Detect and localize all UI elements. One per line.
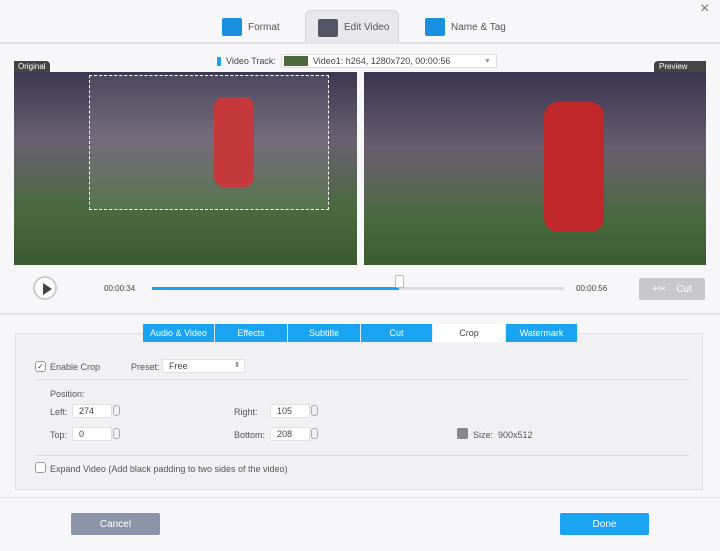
expand-video-label: Expand Video (Add black padding to two s… — [50, 464, 288, 474]
left-stepper[interactable] — [113, 405, 120, 416]
seek-handle[interactable] — [395, 275, 405, 288]
video-track-value: Video1: h264, 1280x720, 00:00:56 — [312, 56, 451, 66]
video-thumbnail — [283, 56, 308, 66]
bottom-input[interactable]: 208 — [270, 427, 310, 441]
video-track-select[interactable]: Video1: h264, 1280x720, 00:00:56 ▼ — [280, 54, 497, 68]
name-tag-icon — [425, 18, 445, 36]
done-button[interactable]: Done — [560, 513, 649, 535]
edit-tab-cut[interactable]: Cut — [361, 324, 433, 342]
tab-name-tag[interactable]: Name & Tag — [425, 10, 515, 44]
close-button[interactable]: × — [700, 0, 709, 18]
edit-tab-crop[interactable]: Crop — [433, 324, 506, 342]
video-track-icon — [217, 56, 221, 66]
player-figure — [544, 102, 604, 232]
right-input[interactable]: 105 — [270, 404, 310, 418]
left-label: Left: — [50, 407, 68, 417]
video-track-row: Video Track: Video1: h264, 1280x720, 00:… — [217, 54, 497, 68]
preview-badge: Preview — [654, 61, 706, 72]
tab-label: Name & Tag — [451, 21, 506, 33]
seek-bar[interactable] — [152, 275, 564, 290]
preset-label: Preset: — [131, 362, 160, 372]
right-label: Right: — [234, 407, 258, 417]
size-value: 900x512 — [498, 430, 533, 440]
play-button[interactable] — [33, 276, 57, 300]
tab-edit-video[interactable]: Edit Video — [305, 10, 399, 44]
seek-progress — [152, 287, 400, 290]
crop-rectangle[interactable] — [89, 75, 329, 210]
divider — [0, 42, 720, 44]
play-icon — [43, 283, 52, 295]
chevron-updown-icon: ⇕ — [234, 362, 240, 369]
edit-tab-effects[interactable]: Effects — [215, 324, 288, 342]
divider — [0, 497, 720, 498]
total-time: 00:00:56 — [576, 284, 608, 293]
scissors-icon: +✂ — [652, 283, 667, 295]
left-input[interactable]: 274 — [72, 404, 112, 418]
edit-tab-subtitle[interactable]: Subtitle — [288, 324, 361, 342]
position-label: Position: — [50, 389, 85, 399]
cut-button[interactable]: +✂ Cut — [639, 278, 705, 300]
divider — [0, 313, 720, 315]
top-input[interactable]: 0 — [72, 427, 112, 441]
divider — [35, 379, 689, 380]
current-time: 00:00:34 — [104, 284, 136, 293]
edit-tab-audio-video[interactable]: Audio & Video — [143, 324, 215, 342]
bottom-stepper[interactable] — [311, 428, 318, 439]
original-video[interactable] — [14, 72, 357, 265]
top-label: Top: — [50, 430, 68, 440]
tab-label: Edit Video — [344, 22, 390, 33]
expand-video-checkbox[interactable] — [35, 462, 46, 473]
tab-format[interactable]: Format — [222, 10, 302, 44]
edit-video-icon — [318, 18, 338, 37]
format-icon — [222, 18, 242, 36]
right-stepper[interactable] — [311, 405, 318, 416]
divider — [35, 455, 689, 456]
original-badge: Original — [14, 61, 50, 72]
video-track-label: Video Track: — [226, 56, 276, 66]
preset-select[interactable]: Free ⇕ — [162, 359, 245, 373]
cancel-button[interactable]: Cancel — [71, 513, 160, 535]
size-label: Size: — [473, 430, 494, 440]
bottom-label: Bottom: — [234, 430, 266, 440]
top-stepper[interactable] — [113, 428, 120, 439]
enable-crop-checkbox[interactable]: ✓ — [35, 361, 46, 372]
preview-video — [364, 72, 706, 265]
enable-crop-label: Enable Crop — [50, 362, 101, 372]
preset-value: Free — [169, 361, 188, 371]
edit-tab-watermark[interactable]: Watermark — [506, 324, 578, 342]
chevron-down-icon: ▼ — [483, 57, 491, 65]
tab-label: Format — [248, 21, 280, 33]
size-icon — [457, 428, 468, 439]
